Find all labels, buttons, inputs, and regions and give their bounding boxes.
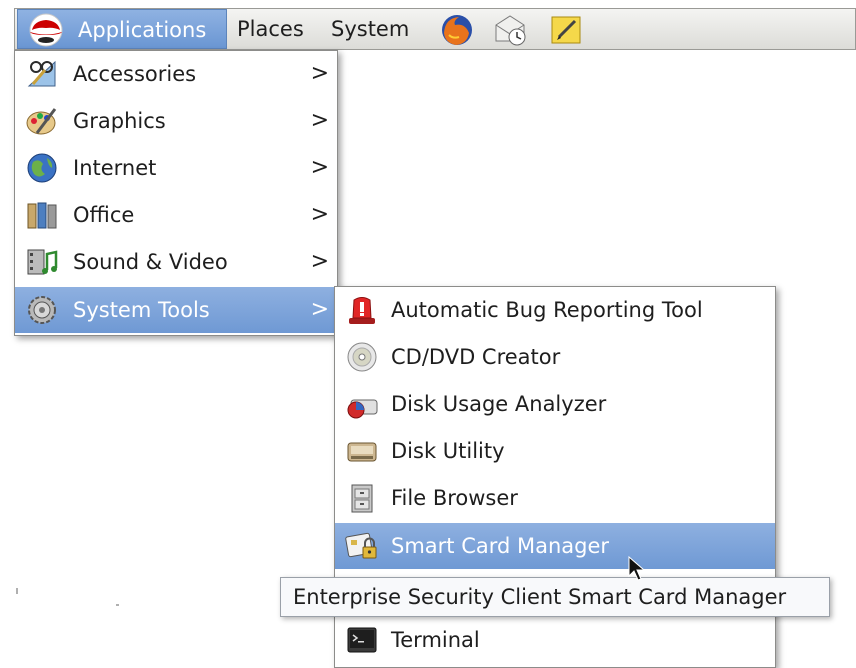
menu-item-disk-usage-analyzer[interactable]: Disk Usage Analyzer: [335, 381, 775, 427]
firefox-icon[interactable]: [439, 13, 475, 47]
menu-item-label: Accessories: [73, 62, 197, 86]
redhat-logo-icon: [29, 13, 63, 47]
menu-item-smart-card-manager[interactable]: Smart Card Manager: [335, 523, 775, 569]
submenu-arrow-icon: >: [310, 202, 329, 227]
menu-item-label: Internet: [73, 156, 157, 180]
top-panel: Applications Places System: [14, 8, 856, 50]
menu-item-graphics[interactable]: Graphics >: [15, 98, 337, 144]
menu-item-internet[interactable]: Internet >: [15, 145, 337, 191]
menu-item-label: System Tools: [73, 298, 210, 322]
submenu-arrow-icon: >: [310, 297, 329, 322]
menu-item-label: CD/DVD Creator: [391, 345, 561, 369]
background-speck: [16, 588, 18, 594]
menu-item-label: Automatic Bug Reporting Tool: [391, 298, 703, 322]
menu-item-sound-video[interactable]: Sound & Video >: [15, 239, 337, 285]
menu-item-label: File Browser: [391, 486, 518, 510]
submenu-arrow-icon: >: [310, 61, 329, 86]
menu-item-label: Office: [73, 203, 135, 227]
applications-menu-button[interactable]: Applications: [17, 9, 227, 49]
tooltip: Enterprise Security Client Smart Card Ma…: [280, 577, 830, 617]
submenu-arrow-icon: >: [310, 155, 329, 180]
file-browser-icon: [351, 484, 373, 513]
menu-item-file-browser[interactable]: File Browser: [335, 475, 775, 521]
submenu-arrow-icon: >: [310, 108, 329, 133]
accessories-icon: [27, 60, 56, 87]
system-menu-button[interactable]: System: [323, 9, 417, 49]
disk-utility-icon: [347, 442, 377, 462]
disk-usage-icon: [347, 399, 378, 419]
menu-item-office[interactable]: Office >: [15, 192, 337, 238]
menu-item-label: Graphics: [73, 109, 166, 133]
menu-item-label: Disk Utility: [391, 439, 505, 463]
submenu-arrow-icon: >: [310, 249, 329, 274]
menu-item-label: Smart Card Manager: [391, 534, 610, 558]
notes-icon[interactable]: [549, 13, 585, 47]
office-icon: [27, 202, 57, 229]
applications-label: Applications: [78, 18, 207, 42]
terminal-icon: [347, 627, 377, 653]
places-menu-button[interactable]: Places: [229, 9, 312, 49]
menu-item-accessories[interactable]: Accessories >: [15, 51, 337, 97]
menu-item-disk-utility[interactable]: Disk Utility: [335, 428, 775, 474]
menu-item-system-tools[interactable]: System Tools >: [15, 287, 337, 333]
sound-video-icon: [27, 249, 58, 275]
cd-icon: [347, 342, 377, 372]
menu-item-label: Terminal: [391, 628, 480, 652]
menu-item-cd-dvd-creator[interactable]: CD/DVD Creator: [335, 334, 775, 380]
menu-item-bug-reporting-tool[interactable]: Automatic Bug Reporting Tool: [335, 287, 775, 333]
system-tools-icon: [28, 296, 56, 324]
menu-item-label: Sound & Video: [73, 250, 228, 274]
mail-clock-icon[interactable]: [493, 13, 529, 47]
graphics-icon: [26, 108, 57, 135]
bug-report-icon: [349, 297, 375, 324]
background-speck: [116, 604, 119, 606]
smart-card-icon: [345, 532, 377, 559]
internet-icon: [27, 153, 57, 183]
menu-item-label: Disk Usage Analyzer: [391, 392, 607, 416]
applications-menu: Accessories > Graphics > Internet > Offi…: [14, 50, 338, 336]
mouse-pointer-icon: [628, 556, 646, 581]
menu-item-terminal[interactable]: Terminal: [335, 617, 775, 663]
